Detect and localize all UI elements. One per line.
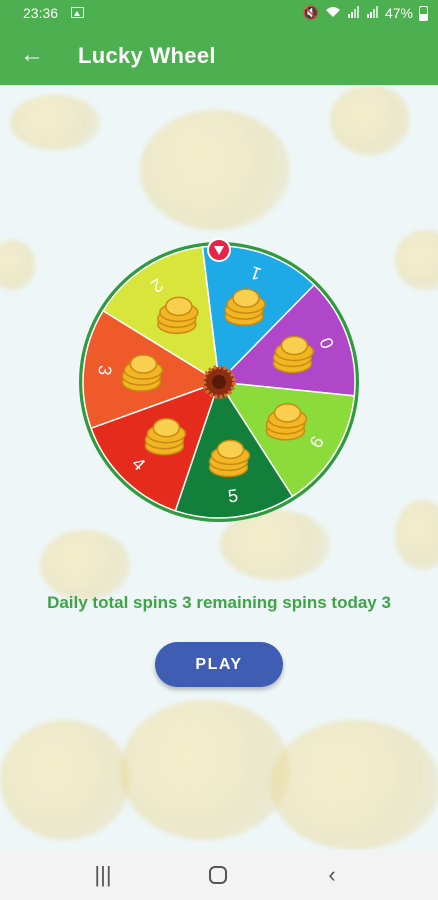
recent-apps-button[interactable]: ||| [88,862,118,888]
background-coin [330,85,410,155]
home-icon [209,866,227,884]
back-button[interactable]: ← [18,41,46,69]
back-icon: ‹ [328,862,336,887]
background-coin [40,530,130,600]
wheel-pointer [207,238,231,262]
background-coin [10,95,100,150]
wheel-graphic: 1065432 [79,242,359,522]
mute-icon: 🔇 [302,5,319,20]
status-bar: 23:36 🔇 47% [0,0,438,28]
background-coin [140,110,290,230]
background-coin [395,500,438,570]
image-icon [71,7,84,18]
background-coin [120,700,290,840]
page-title: Lucky Wheel [78,43,216,68]
wifi-icon [325,6,341,21]
lucky-wheel[interactable]: 1065432 [75,238,363,526]
home-button[interactable] [203,862,233,888]
status-icons: 🔇 47% [303,5,428,21]
play-button[interactable]: PLAY [155,642,283,687]
background-coin [0,240,35,290]
arrow-left-icon: ← [20,41,44,68]
background-coin [395,230,438,290]
battery-icon [419,5,428,21]
wheel-hub-center [212,375,226,389]
spins-info: Daily total spins 3 remaining spins toda… [47,593,391,612]
signal-icon-2 [366,5,379,21]
battery-percent: 47% [384,5,413,21]
status-time: 23:36 [23,5,59,21]
wheel-segment-label: 3 [94,364,115,376]
system-back-button[interactable]: ‹ [317,862,347,888]
nav-bar: ||| ‹ [0,850,438,900]
signal-icon [347,5,360,21]
recent-apps-icon: ||| [94,862,112,887]
background-coin [270,720,438,850]
background-coin [0,720,130,840]
app-bar: ← Lucky Wheel [0,28,438,85]
